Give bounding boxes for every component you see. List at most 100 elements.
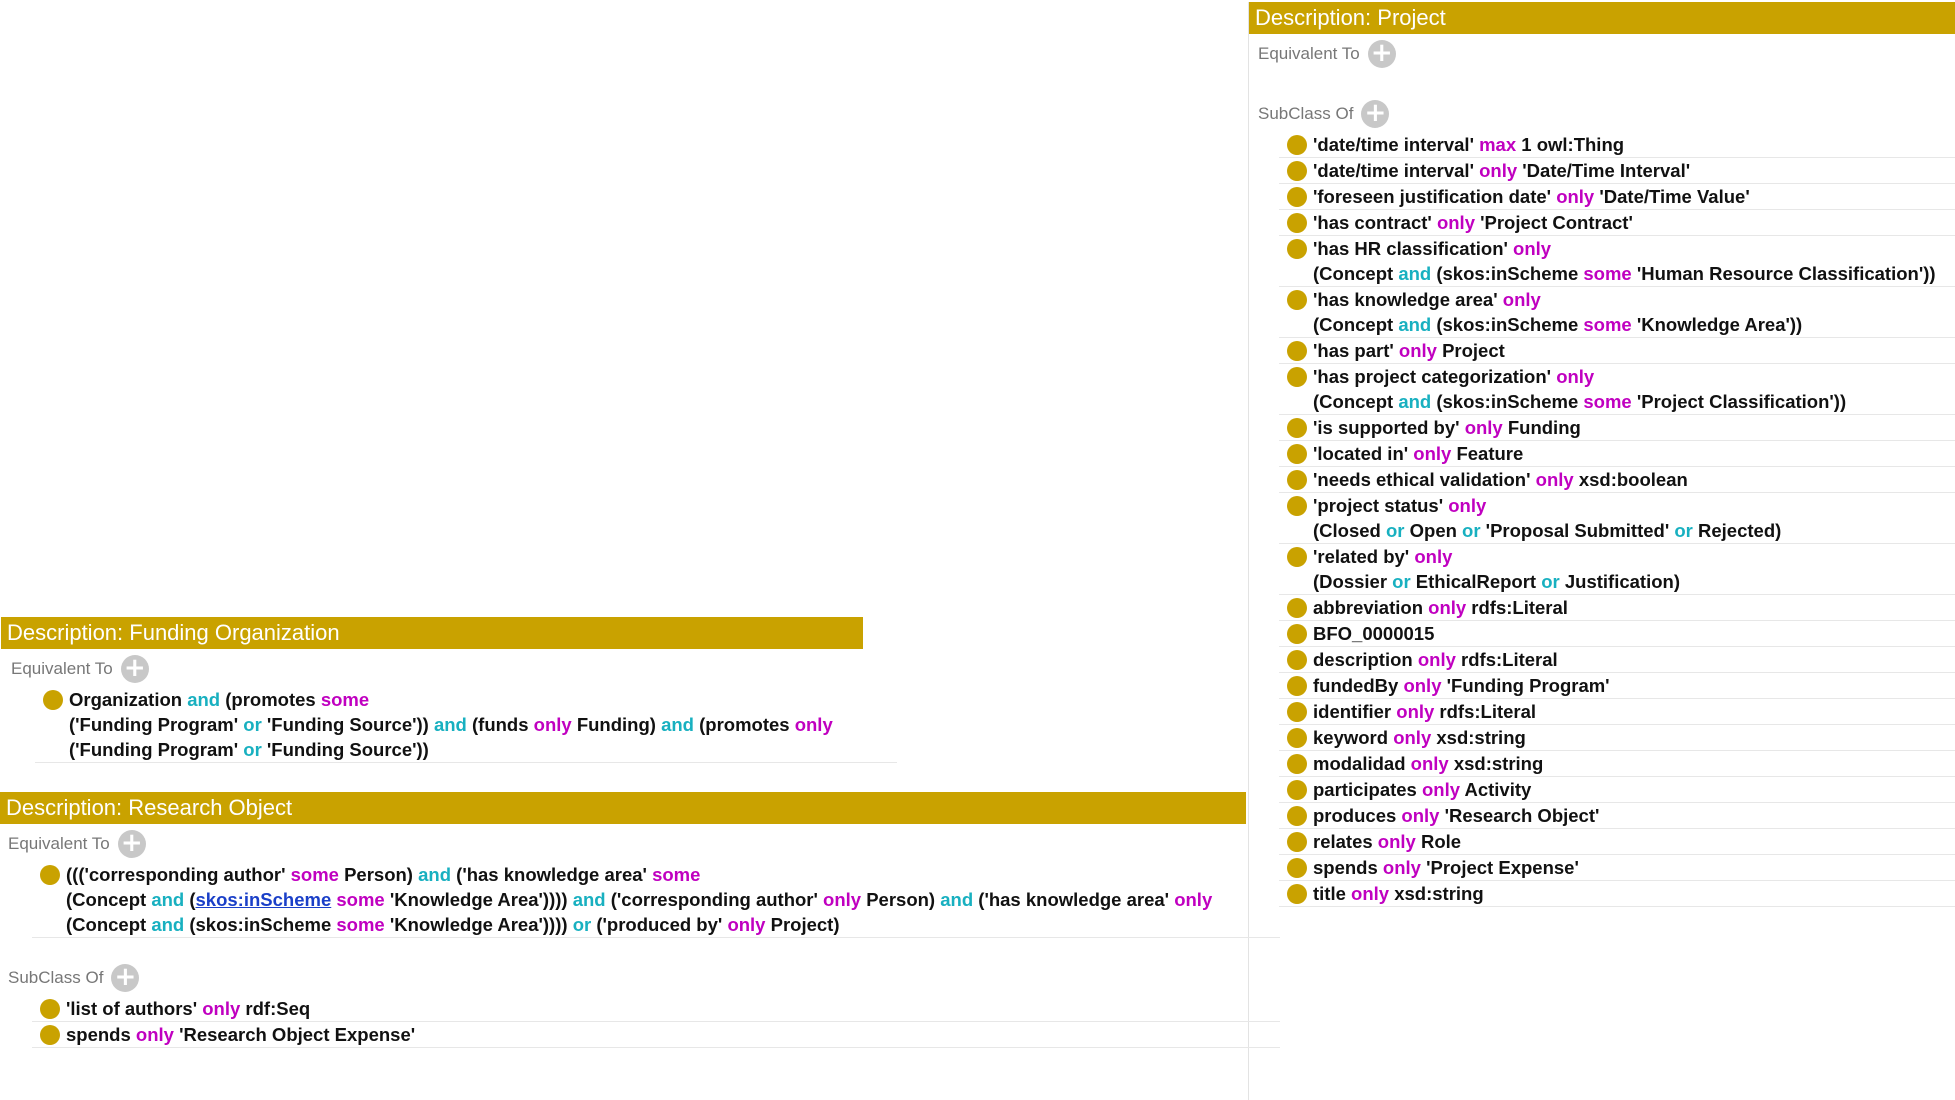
axiom-text: produces	[1313, 805, 1402, 826]
bullet-icon	[1287, 341, 1307, 361]
keyword: only	[794, 714, 833, 735]
axiom-row[interactable]: spends only 'Research Object Expense'	[32, 1022, 1280, 1048]
axiom-text: EthicalReport	[1410, 571, 1542, 592]
keyword: and	[1398, 391, 1432, 412]
axiom-text: ('has knowledge area'	[451, 864, 653, 885]
keyword: some	[652, 864, 701, 885]
keyword: and	[151, 914, 185, 935]
axiom-text: (Concept	[66, 889, 152, 910]
axiom-row[interactable]: 'located in' only Feature	[1279, 441, 1955, 467]
axiom-text: 'date/time interval'	[1313, 134, 1480, 155]
axiom-text: ('Funding Program'	[69, 739, 244, 760]
axiom-row[interactable]: BFO_0000015	[1279, 621, 1955, 647]
axiom-text: abbreviation	[1313, 597, 1429, 618]
axiom-row[interactable]: 'date/time interval' only 'Date/Time Int…	[1279, 158, 1955, 184]
keyword: some	[336, 889, 385, 910]
axiom-row[interactable]: abbreviation only rdfs:Literal	[1279, 595, 1955, 621]
axiom-list: 'list of authors' only rdf:Seq spends onl…	[32, 996, 1280, 1048]
axiom-row[interactable]: title only xsd:string	[1279, 881, 1955, 907]
bullet-icon	[1287, 806, 1307, 826]
keyword: only	[1436, 212, 1475, 233]
axiom-text: Project)	[765, 914, 840, 935]
axiom-text: 'needs ethical validation'	[1313, 469, 1536, 490]
axiom-text: xsd:boolean	[1573, 469, 1688, 490]
keyword: only	[1398, 340, 1437, 361]
axiom-text: (skos:inScheme	[184, 914, 337, 935]
axiom-row[interactable]: 'list of authors' only rdf:Seq	[32, 996, 1280, 1022]
axiom-text: 'Project Expense'	[1420, 857, 1579, 878]
keyword: only	[1535, 469, 1574, 490]
axiom-row[interactable]: participates only Activity	[1279, 777, 1955, 803]
keyword: and	[661, 714, 694, 735]
axiom-row[interactable]: 'has part' only Project	[1279, 338, 1955, 364]
keyword: some	[290, 864, 339, 885]
axiom-row[interactable]: 'related by' only (Dossier or EthicalRepo…	[1279, 544, 1955, 595]
axiom-text: 1 owl:Thing	[1516, 134, 1625, 155]
keyword: only	[1174, 889, 1213, 910]
keyword: some	[320, 689, 370, 710]
funding-organization-header: Description: Funding Organization	[1, 617, 863, 649]
axiom-text: keyword	[1313, 727, 1394, 748]
axiom-text: 'Research Object'	[1439, 805, 1600, 826]
axiom-text: ((('corresponding author'	[66, 864, 291, 885]
axiom-row[interactable]: 'date/time interval' max 1 owl:Thing	[1279, 132, 1955, 158]
axiom-row[interactable]: 'has contract' only 'Project Contract'	[1279, 210, 1955, 236]
keyword: some	[1583, 391, 1632, 412]
keyword: or	[1541, 571, 1560, 592]
axiom-row[interactable]: relates only Role	[1279, 829, 1955, 855]
bullet-icon	[1287, 135, 1307, 155]
axiom-row[interactable]: 'has project categorization' only (Concep…	[1279, 364, 1955, 415]
bullet-icon	[1287, 213, 1307, 233]
keyword: only	[202, 998, 241, 1019]
axiom-row[interactable]: spends only 'Project Expense'	[1279, 855, 1955, 881]
keyword: and	[1398, 263, 1432, 284]
keyword: only	[1382, 857, 1421, 878]
axiom-text: 'has HR classification'	[1313, 238, 1514, 259]
keyword: and	[1398, 314, 1432, 335]
plus-circle-icon[interactable]: +	[111, 964, 140, 992]
keyword: only	[1556, 186, 1595, 207]
bullet-icon	[1287, 650, 1307, 670]
keyword: and	[433, 714, 467, 735]
axiom-row[interactable]: 'has HR classification' only (Concept and…	[1279, 236, 1955, 287]
plus-circle-icon[interactable]: +	[1361, 100, 1390, 128]
axiom-row[interactable]: Organization and (promotes some ('Funding…	[35, 687, 897, 763]
axiom-text: spends	[66, 1024, 136, 1045]
axiom-text: 'foreseen justification date'	[1313, 186, 1557, 207]
axiom-row[interactable]: 'project status' only (Closed or Open or …	[1279, 493, 1955, 544]
project-panel: Description: Project Equivalent To + Sub…	[1248, 2, 1955, 1100]
axiom-text: 'Funding Source'))	[261, 714, 434, 735]
axiom-row[interactable]: description only rdfs:Literal	[1279, 647, 1955, 673]
keyword: or	[243, 739, 262, 760]
axiom-row[interactable]: 'needs ethical validation' only xsd:bool…	[1279, 467, 1955, 493]
axiom-row[interactable]: 'has knowledge area' only (Concept and (s…	[1279, 287, 1955, 338]
axiom-row[interactable]: produces only 'Research Object'	[1279, 803, 1955, 829]
axiom-row[interactable]: modalidad only xsd:string	[1279, 751, 1955, 777]
keyword: and	[151, 889, 185, 910]
axiom-text: Person)	[861, 889, 941, 910]
axiom-text: relates	[1313, 831, 1378, 852]
project-header: Description: Project	[1249, 2, 1955, 34]
plus-circle-icon[interactable]: +	[1367, 40, 1396, 68]
plus-circle-icon[interactable]: +	[117, 830, 146, 858]
plus-circle-icon[interactable]: +	[120, 655, 149, 683]
keyword: only	[823, 889, 862, 910]
keyword: only	[1401, 805, 1440, 826]
axiom-row[interactable]: keyword only xsd:string	[1279, 725, 1955, 751]
bullet-icon	[1287, 624, 1307, 644]
axiom-text: rdfs:Literal	[1466, 597, 1568, 618]
axiom-text: 'has contract'	[1313, 212, 1437, 233]
research-object-header: Description: Research Object	[0, 792, 1246, 824]
axiom-text: xsd:string	[1431, 727, 1526, 748]
entity-link[interactable]: skos:inScheme	[196, 889, 332, 910]
axiom-row[interactable]: 'is supported by' only Funding	[1279, 415, 1955, 441]
axiom-list: 'date/time interval' max 1 owl:Thing'dat…	[1279, 132, 1955, 907]
axiom-text: 'Date/Time Interval'	[1517, 160, 1691, 181]
axiom-row[interactable]: ((('corresponding author' some Person) a…	[32, 862, 1280, 938]
axiom-row[interactable]: 'foreseen justification date' only 'Date…	[1279, 184, 1955, 210]
axiom-text: (Concept	[1313, 391, 1399, 412]
axiom-text: rdfs:Literal	[1455, 649, 1558, 670]
axiom-row[interactable]: fundedBy only 'Funding Program'	[1279, 673, 1955, 699]
axiom-row[interactable]: identifier only rdfs:Literal	[1279, 699, 1955, 725]
axiom-text: 'project status'	[1313, 495, 1449, 516]
